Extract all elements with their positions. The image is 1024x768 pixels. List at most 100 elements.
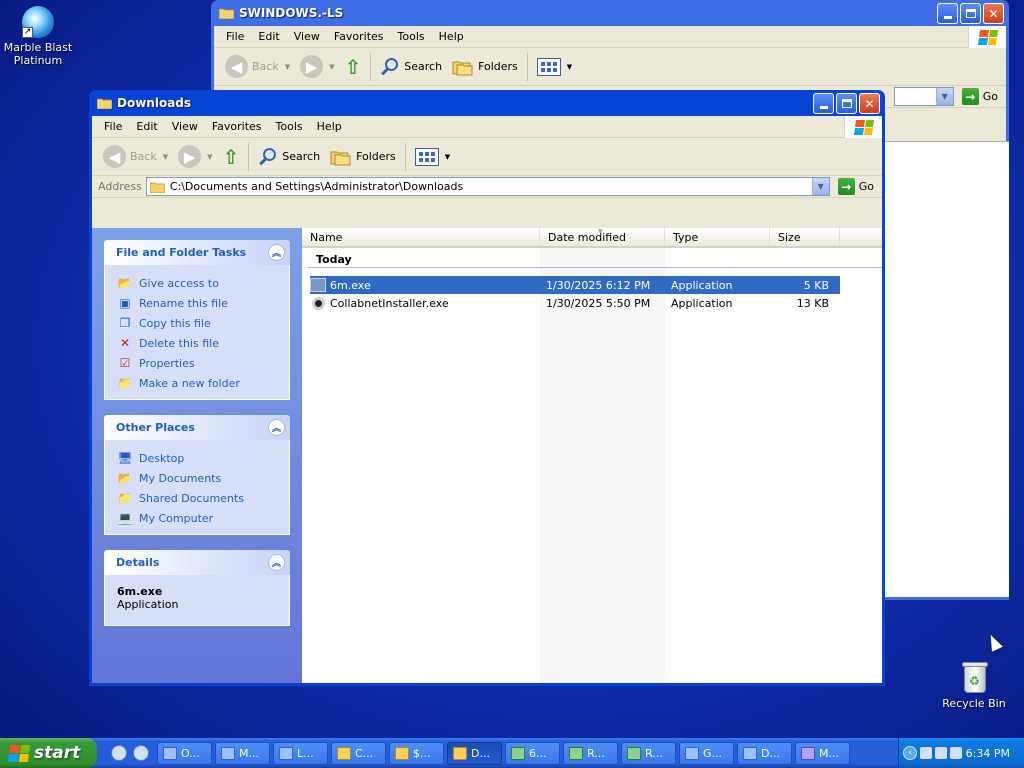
taskbar-button[interactable]: C...	[331, 741, 386, 765]
task-new-folder[interactable]: 📁 Make a new folder	[117, 373, 279, 393]
taskbar-button[interactable]: M...	[795, 741, 850, 765]
maximize-button[interactable]	[836, 93, 857, 114]
internet-explorer-icon[interactable]	[111, 745, 127, 761]
menu-view[interactable]: View	[287, 30, 327, 43]
up-button[interactable]: ⇧	[218, 142, 245, 172]
address-field[interactable]: C:\Documents and Settings\Administrator\…	[145, 177, 830, 196]
column-name[interactable]: Name	[302, 228, 540, 246]
windows-logo-icon	[844, 116, 882, 138]
taskbar-button[interactable]: R...	[621, 741, 676, 765]
menu-tools[interactable]: Tools	[269, 120, 310, 133]
file-row-collabnet-installer[interactable]: CollabnetInstaller.exe 1/30/2025 5:50 PM…	[302, 294, 882, 312]
sorted-column-highlight	[540, 248, 665, 683]
taskbar-button[interactable]: R...	[563, 741, 618, 765]
menu-favorites[interactable]: Favorites	[327, 30, 391, 43]
file-row-6m-exe[interactable]: 6m.exe 1/30/2025 6:12 PM Application 5 K…	[310, 276, 840, 294]
menu-view[interactable]: View	[165, 120, 205, 133]
start-button[interactable]: start	[0, 738, 97, 768]
collapse-icon[interactable]: ︽	[268, 244, 285, 261]
explorer-window-downloads[interactable]: Downloads ✕ File Edit View Favorites Too…	[89, 90, 885, 686]
minimize-button[interactable]	[937, 3, 958, 24]
go-button[interactable]: → Go	[834, 178, 878, 195]
group-header: Today	[308, 251, 882, 268]
tray-app-icon[interactable]	[920, 747, 932, 759]
file-list-area[interactable]	[879, 141, 1009, 597]
go-arrow-icon: →	[837, 178, 855, 195]
taskbar-button-active[interactable]: D...	[447, 741, 502, 765]
chevron-down-icon[interactable]: ▼	[811, 178, 829, 195]
menu-tools[interactable]: Tools	[391, 30, 432, 43]
app-icon	[743, 746, 757, 760]
forward-button[interactable]: ▶ ▼	[295, 52, 339, 82]
menu-file[interactable]: File	[219, 30, 251, 43]
search-button[interactable]: Search	[253, 142, 325, 172]
delete-icon: ✕	[119, 336, 131, 350]
menu-file[interactable]: File	[97, 120, 129, 133]
taskbar-button[interactable]: M...	[215, 741, 270, 765]
search-button[interactable]: Search	[375, 52, 447, 82]
taskbar-button[interactable]: L...	[273, 741, 328, 765]
title-bar[interactable]: Downloads ✕	[92, 90, 882, 116]
chevron-left-icon[interactable]: ‹	[903, 746, 917, 760]
maximize-button[interactable]	[960, 3, 981, 24]
menu-help[interactable]: Help	[432, 30, 471, 43]
desktop-icon-label: Marble Blast Platinum	[3, 41, 73, 67]
menu-help[interactable]: Help	[310, 120, 349, 133]
taskbar-button[interactable]: $...	[389, 741, 444, 765]
menu-edit[interactable]: Edit	[251, 30, 286, 43]
place-shared-documents[interactable]: 📁 Shared Documents	[117, 488, 279, 508]
taskbar-button[interactable]: G...	[679, 741, 734, 765]
panel-header[interactable]: Details ︽	[104, 550, 290, 575]
shield-icon	[627, 746, 641, 760]
place-desktop[interactable]: 🖥 Desktop	[117, 448, 279, 468]
tray-network-icon[interactable]	[950, 747, 962, 759]
place-my-computer[interactable]: 💻 My Computer	[117, 508, 279, 528]
column-type[interactable]: Type	[665, 228, 770, 246]
taskbar-button[interactable]: D...	[737, 741, 792, 765]
task-delete-file[interactable]: ✕ Delete this file	[117, 333, 279, 353]
panel-header[interactable]: Other Places ︽	[104, 415, 290, 440]
forward-button[interactable]: ▶ ▼	[173, 142, 217, 172]
taskbar-button[interactable]: O...	[157, 741, 212, 765]
desktop-icon-marble-blast[interactable]: ↗ Marble Blast Platinum	[0, 6, 78, 67]
chevron-down-icon[interactable]: ▼	[935, 88, 953, 105]
collapse-icon[interactable]: ︽	[268, 419, 285, 436]
address-field[interactable]: ▼	[893, 87, 954, 106]
folders-button[interactable]: Folders	[447, 52, 523, 82]
views-button[interactable]: ▼	[532, 52, 577, 82]
marble-blast-icon: ↗	[22, 6, 54, 38]
close-button[interactable]: ✕	[859, 93, 880, 114]
window-title: Downloads	[117, 96, 192, 110]
clock[interactable]: 6:34 PM	[966, 747, 1010, 760]
back-button[interactable]: ◀ Back ▼	[220, 52, 295, 82]
mouse-cursor-icon	[985, 632, 1003, 652]
minimize-button[interactable]	[813, 93, 834, 114]
folder-up-icon: ⇧	[222, 144, 240, 169]
tray-security-icon[interactable]	[935, 747, 947, 759]
shared-folder-icon: 📁	[117, 491, 133, 505]
taskbar-button[interactable]: 6...	[505, 741, 560, 765]
folder-icon	[395, 746, 409, 760]
go-button[interactable]: → Go	[958, 88, 1002, 105]
task-properties[interactable]: ☑ Properties	[117, 353, 279, 373]
views-button[interactable]: ▼	[410, 142, 455, 172]
file-list[interactable]: Name Date modified Type Size ▼ Today 6m.…	[302, 228, 882, 683]
menu-favorites[interactable]: Favorites	[205, 120, 269, 133]
desktop-icon-recycle-bin[interactable]: ♻ Recycle Bin	[934, 660, 1014, 710]
details-file-name: 6m.exe	[117, 585, 163, 598]
application-icon	[310, 278, 326, 292]
collapse-icon[interactable]: ︽	[268, 554, 285, 571]
media-player-icon[interactable]	[133, 745, 149, 761]
task-give-access[interactable]: 📂 Give access to	[117, 273, 279, 293]
up-button[interactable]: ⇧	[340, 52, 367, 82]
close-button[interactable]: ✕	[983, 3, 1004, 24]
menu-edit[interactable]: Edit	[129, 120, 164, 133]
folders-button[interactable]: Folders	[325, 142, 401, 172]
panel-header[interactable]: File and Folder Tasks ︽	[104, 240, 290, 265]
title-bar[interactable]: SWINDOWS.-LS ✕	[214, 0, 1006, 26]
place-my-documents[interactable]: 📂 My Documents	[117, 468, 279, 488]
task-copy-file[interactable]: ❐ Copy this file	[117, 313, 279, 333]
column-size[interactable]: Size	[770, 228, 840, 246]
task-rename-file[interactable]: ▣ Rename this file	[117, 293, 279, 313]
back-button[interactable]: ◀ Back ▼	[98, 142, 173, 172]
